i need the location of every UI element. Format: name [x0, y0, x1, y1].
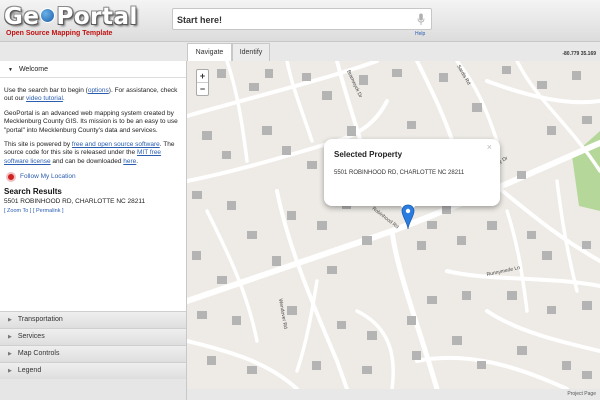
- about-paragraph: GeoPortal is an advanced web mapping sys…: [4, 109, 178, 134]
- logo-text-left: Ge: [4, 4, 40, 30]
- welcome-panel: Use the search bar to begin (options). F…: [0, 78, 186, 311]
- section-map-controls[interactable]: ▶ Map Controls: [0, 345, 186, 362]
- video-tutorial-link[interactable]: video tutorial: [26, 95, 63, 102]
- geoportal-logo[interactable]: Ge Portal Open Source Mapping Template: [4, 4, 144, 38]
- microphone-icon[interactable]: [417, 13, 425, 26]
- follow-location[interactable]: Follow My Location: [6, 172, 182, 183]
- logo-subtitle: Open Source Mapping Template: [6, 30, 113, 37]
- logo-text: Ge Portal: [4, 4, 138, 30]
- close-icon[interactable]: ×: [487, 142, 492, 152]
- section-services[interactable]: ▶ Services: [0, 328, 186, 345]
- zoom-out-button[interactable]: −: [197, 83, 208, 96]
- project-page-link[interactable]: Project Page: [567, 391, 596, 397]
- intro-text-end: .: [62, 95, 65, 103]
- property-popup: Selected Property 5501 ROBINHOOD RD, CHA…: [324, 139, 500, 206]
- search-results-title: Search Results: [4, 187, 62, 197]
- search-result-address: 5501 ROBINHOOD RD, CHARLOTTE NC 28211: [4, 197, 146, 205]
- license-text: This site is powered by: [4, 141, 72, 149]
- caret-right-icon: ▶: [8, 317, 12, 323]
- caret-right-icon: ▶: [8, 334, 12, 340]
- street-label: Wendover Rd: [277, 298, 288, 329]
- caret-right-icon: ▶: [8, 351, 12, 357]
- section-label: Services: [17, 333, 45, 340]
- options-link[interactable]: options: [88, 87, 109, 94]
- download-link[interactable]: here: [123, 158, 136, 165]
- section-label: Map Controls: [17, 350, 60, 357]
- popup-address: 5501 ROBINHOOD RD, CHARLOTTE NC 28211: [334, 170, 465, 176]
- section-transportation[interactable]: ▶ Transportation: [0, 311, 186, 328]
- section-label: Legend: [17, 367, 42, 374]
- welcome-section-header[interactable]: ▼ Welcome: [0, 61, 186, 78]
- globe-icon: [40, 8, 56, 23]
- street-label: Robinhood Rd: [371, 206, 400, 231]
- license-text-mid2: and can be downloaded: [50, 157, 124, 165]
- intro-text: Use the search bar to begin (: [4, 87, 88, 94]
- map-tiles: Robinhood Rd Bramwyck Dr Sardis Rd Fairw…: [187, 61, 600, 389]
- zoom-control: + −: [196, 69, 209, 96]
- section-label: Transportation: [17, 316, 63, 323]
- app-header: Ge Portal Open Source Mapping Template He…: [0, 0, 600, 42]
- open-source-link[interactable]: free and open source software: [72, 141, 160, 148]
- zoom-in-button[interactable]: +: [197, 70, 208, 83]
- tab-bar: Navigate Identify -80.779 35.169: [0, 43, 600, 61]
- popup-title: Selected Property: [334, 150, 403, 159]
- license-text-end: .: [136, 157, 139, 165]
- caret-right-icon: ▶: [8, 368, 12, 374]
- intro-paragraph: Use the search bar to begin (options). F…: [4, 87, 182, 104]
- logo-text-right: Portal: [56, 4, 138, 30]
- welcome-header-label: Welcome: [18, 66, 48, 73]
- map-footer: Project Page: [187, 389, 600, 400]
- search-box: [172, 8, 432, 30]
- location-icon: [6, 172, 16, 183]
- sidebar: ▼ Welcome Use the search bar to begin (op…: [0, 61, 187, 400]
- coordinate-readout: -80.779 35.169: [562, 51, 596, 57]
- tab-navigate[interactable]: Navigate: [187, 43, 232, 61]
- search-input[interactable]: [177, 12, 407, 27]
- follow-location-link[interactable]: Follow My Location: [20, 173, 76, 181]
- license-paragraph: This site is powered by free and open so…: [4, 141, 182, 166]
- caret-down-icon: ▼: [8, 67, 13, 73]
- map-canvas[interactable]: Robinhood Rd Bramwyck Dr Sardis Rd Fairw…: [187, 61, 600, 389]
- help-link[interactable]: Help: [415, 31, 425, 37]
- location-marker-icon[interactable]: [401, 204, 415, 230]
- section-legend[interactable]: ▶ Legend: [0, 362, 186, 379]
- tab-identify[interactable]: Identify: [232, 43, 270, 61]
- search-result-links[interactable]: [ Zoom To ] [ Permalink ]: [4, 207, 182, 215]
